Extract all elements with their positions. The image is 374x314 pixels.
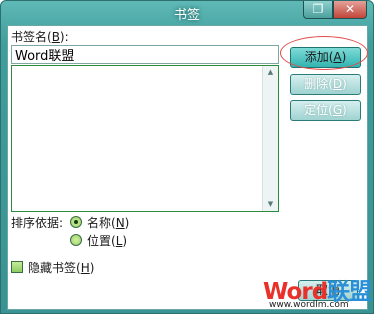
close-button[interactable]: ✕: [333, 1, 367, 19]
sort-by-location-label[interactable]: 位置(L): [87, 232, 127, 249]
dialog-client-area: 书签名(B): ▲ ▼ 添加(A) 删除(D) 定位(G) 排序依据: 名称(N…: [7, 25, 372, 310]
title-bar: 书签 ❐ ✕: [1, 1, 373, 23]
sort-by-location-radio[interactable]: [70, 234, 82, 246]
sort-by-name-label[interactable]: 名称(N): [87, 214, 129, 231]
close-icon: ✕: [344, 2, 356, 16]
hidden-bookmarks-label[interactable]: 隐藏书签(H): [28, 259, 94, 276]
bookmark-list[interactable]: ▲ ▼: [11, 65, 279, 212]
bookmark-name-input[interactable]: [11, 45, 279, 64]
delete-button[interactable]: 删除(D): [290, 74, 361, 95]
goto-button[interactable]: 定位(G): [290, 100, 361, 121]
bookmark-dialog: 书签 ❐ ✕ 书签名(B): ▲ ▼ 添加(A) 删除(D) 定位(G) 排序依…: [0, 0, 374, 314]
hidden-bookmarks-checkbox[interactable]: [11, 261, 23, 273]
radio-selected-dot: [74, 220, 78, 224]
restore-button[interactable]: ❐: [303, 1, 333, 19]
scroll-up-icon[interactable]: ▲: [266, 68, 275, 77]
sort-by-name-radio[interactable]: [70, 216, 82, 228]
restore-icon: ❐: [312, 2, 324, 16]
list-scrollbar[interactable]: ▲ ▼: [262, 66, 278, 211]
scroll-down-icon[interactable]: ▼: [266, 200, 275, 209]
highlight-annotation: [280, 36, 368, 70]
site-watermark: Word联盟 www.wordlm.com: [263, 272, 372, 314]
watermark-url: www.wordlm.com: [269, 300, 349, 310]
bookmark-name-label: 书签名(B):: [11, 30, 69, 44]
sort-by-label: 排序依据:: [11, 216, 64, 230]
